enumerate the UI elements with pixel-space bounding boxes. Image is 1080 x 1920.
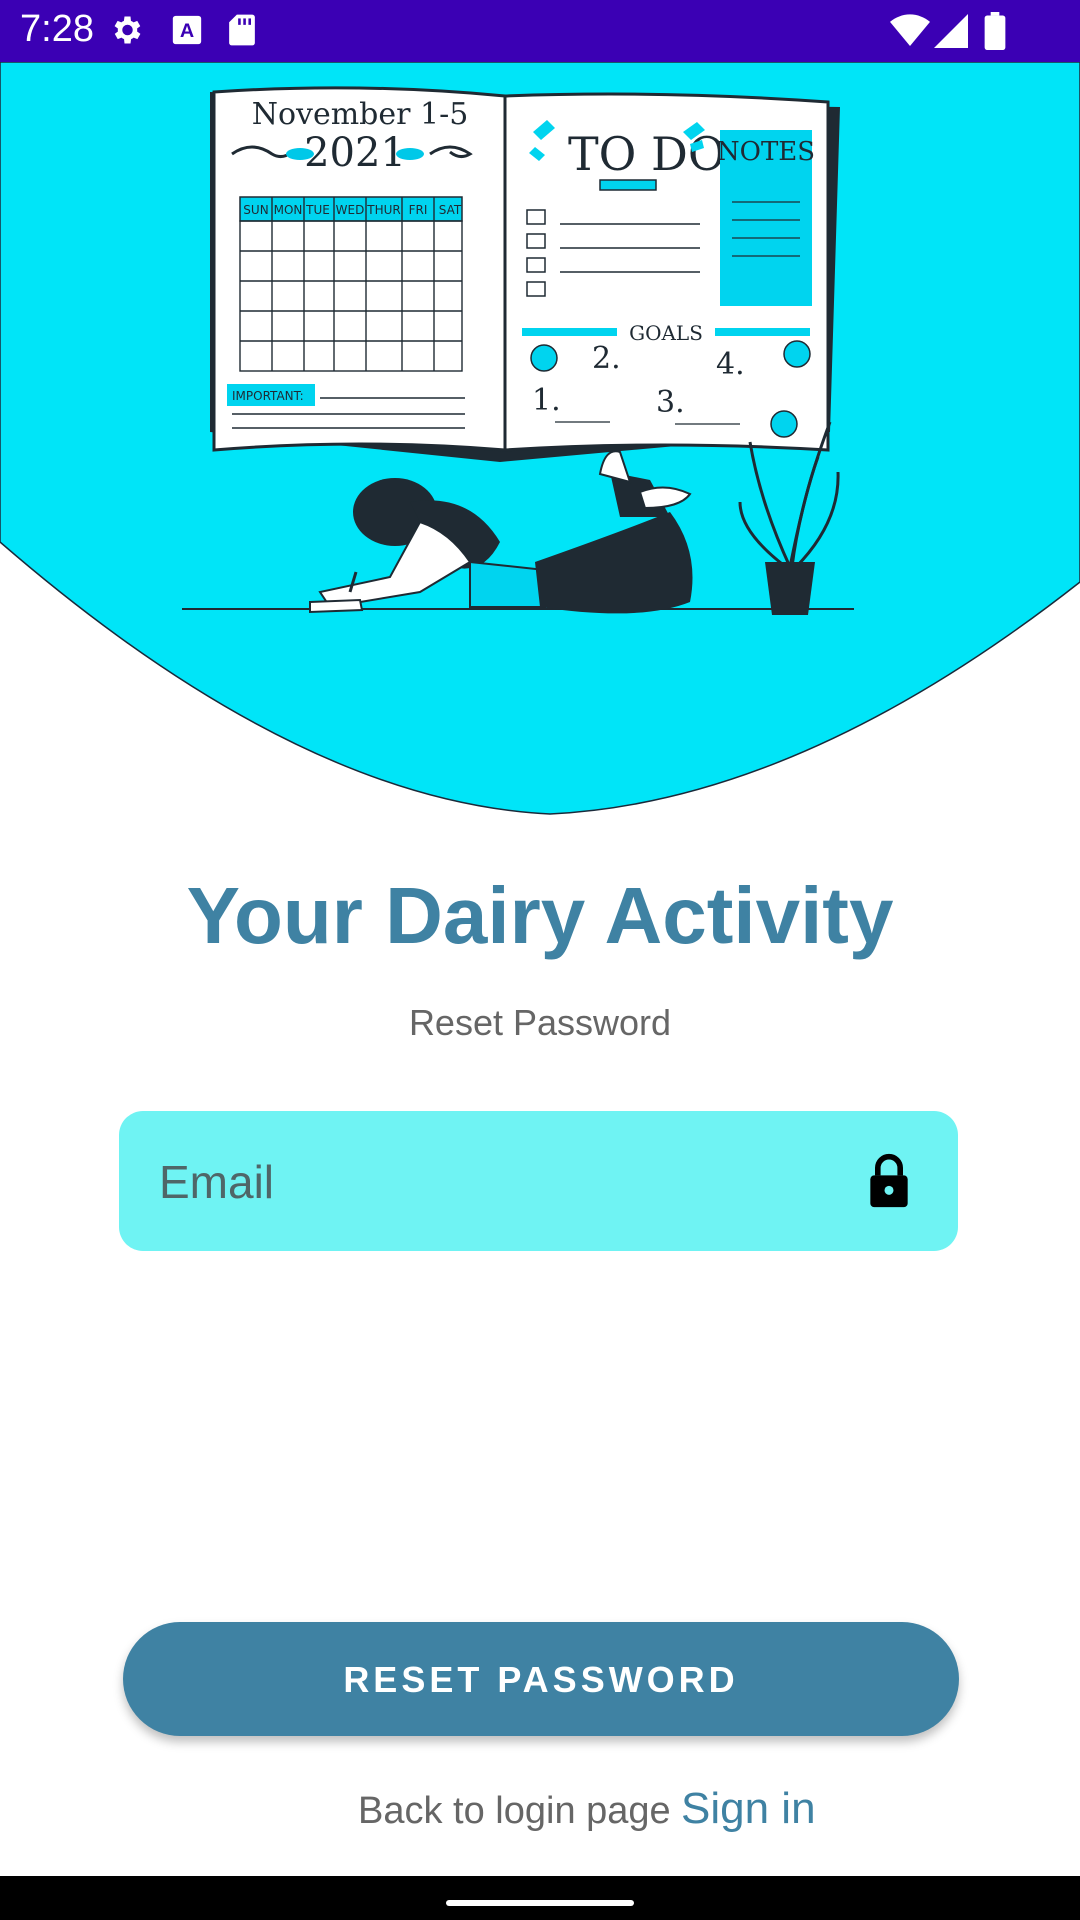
goal-number: 1. [532,383,561,418]
status-bar: 7:28 A [0,0,1080,62]
weekday-label: SAT [439,203,462,217]
wifi-icon [890,14,930,47]
svg-text:A: A [180,20,194,42]
goal-number: 2. [592,341,621,376]
notes-title: NOTES [717,137,815,167]
weekday-label: FRI [409,203,428,217]
calendar-title: November 1-5 [252,97,469,132]
email-input[interactable] [157,1111,861,1253]
lock-icon [870,1154,908,1208]
goal-number: 3. [656,385,685,420]
back-to-login-text: Back to login page [358,1790,671,1832]
calendar-year: 2021 [304,130,406,176]
weekday-label: SUN [243,203,268,217]
reset-password-button[interactable]: RESET PASSWORD [123,1622,959,1736]
important-label: IMPORTANT: [232,389,304,403]
todo-title: TO DO: [568,127,741,181]
home-gesture-handle[interactable] [446,1900,634,1906]
app-title: Your Dairy Activity [186,871,894,960]
battery-icon [984,12,1006,50]
goal-number: 4. [716,347,745,382]
goals-title: GOALS [629,321,703,345]
weekday-label: WED [336,203,365,217]
gear-icon [114,16,141,44]
weekday-label: TUE [305,203,330,217]
status-time: 7:28 [20,8,94,50]
navigation-bar [0,1876,1080,1920]
signal-icon [934,14,968,48]
sd-card-icon [229,14,255,46]
email-field[interactable] [119,1111,958,1253]
page-subtitle: Reset Password [408,1002,672,1043]
weekday-label: THUR [366,203,400,217]
hero-illustration: November 1-5 2021 SUN MON TUE WED THUR F… [0,62,1080,815]
sign-in-link[interactable]: Sign in [681,1784,816,1834]
weekday-label: MON [274,203,303,217]
a-icon: A [172,15,202,45]
